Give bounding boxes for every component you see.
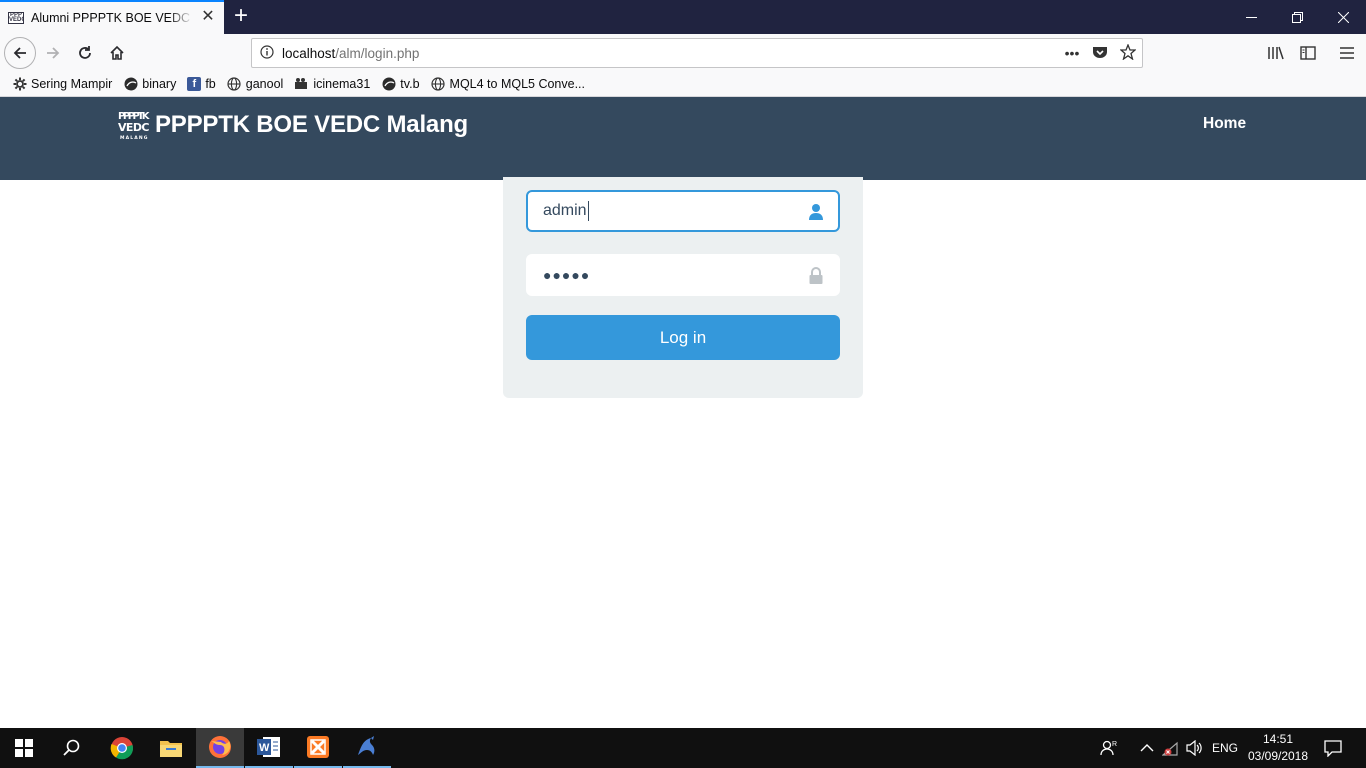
clock-time: 14:51	[1262, 732, 1294, 746]
gear-icon	[12, 77, 27, 92]
system-clock[interactable]: 14:51 03/09/2018	[1247, 731, 1309, 765]
login-form: admin ●●●●● Log in	[503, 177, 863, 398]
dolphin-icon	[358, 736, 375, 755]
library-button[interactable]	[1261, 38, 1291, 68]
speaker-icon	[1186, 740, 1202, 756]
people-icon: R	[1100, 740, 1117, 756]
login-button[interactable]: Log in	[526, 315, 840, 360]
close-window-button[interactable]	[1320, 0, 1366, 34]
bookmark-icinema31[interactable]: icinema31	[294, 77, 370, 92]
home-button[interactable]	[102, 38, 132, 68]
xampp-icon	[307, 736, 329, 758]
site-favicon-icon: PPPVEDC	[8, 12, 24, 24]
firefox-icon	[209, 736, 231, 758]
action-center-button[interactable]	[1324, 728, 1342, 768]
new-tab-button[interactable]: +	[229, 3, 253, 29]
close-tab-icon[interactable]: ✕	[200, 9, 216, 25]
menu-button[interactable]	[1332, 38, 1362, 68]
bookmark-ganool[interactable]: ganool	[227, 77, 283, 92]
reload-button[interactable]	[70, 38, 100, 68]
bookmark-binary[interactable]: binary	[123, 77, 176, 92]
username-value: admin	[543, 202, 587, 219]
brand[interactable]: PPPPTK VEDC MALANG PPPPTK BOE VEDC Malan…	[118, 109, 468, 141]
start-button[interactable]	[0, 728, 48, 768]
text-caret	[587, 201, 589, 221]
close-icon	[1337, 11, 1349, 23]
url-bar[interactable]: localhost/alm/login.php •••	[251, 38, 1143, 68]
taskbar-xampp[interactable]	[294, 728, 342, 768]
globe-icon	[227, 77, 242, 92]
taskbar-mysql[interactable]	[343, 728, 391, 768]
web-page: PPPPTK VEDC MALANG PPPPTK BOE VEDC Malan…	[0, 97, 1366, 728]
bookmark-star-icon[interactable]	[1114, 42, 1142, 63]
user-icon	[808, 203, 824, 221]
word-icon: W	[257, 737, 280, 757]
nav-home-link[interactable]: Home	[1203, 115, 1246, 133]
sidebar-icon	[1300, 46, 1316, 60]
library-icon	[1268, 46, 1284, 60]
taskbar-file-explorer[interactable]	[147, 728, 195, 768]
search-button[interactable]	[48, 728, 96, 768]
facebook-icon: f	[187, 77, 202, 91]
hamburger-menu-icon	[1340, 47, 1354, 59]
browser-toolbar: localhost/alm/login.php •••	[0, 34, 1366, 72]
back-button[interactable]	[4, 37, 36, 69]
url-text[interactable]: localhost/alm/login.php	[282, 46, 419, 61]
chrome-icon	[110, 737, 134, 760]
volume-button[interactable]	[1186, 728, 1204, 768]
clock-date: 03/09/2018	[1247, 749, 1309, 763]
globe-swirl-icon	[123, 77, 138, 92]
sidebar-button[interactable]	[1293, 38, 1323, 68]
forward-button[interactable]	[38, 38, 68, 68]
folder-icon	[160, 741, 182, 757]
lock-icon	[808, 267, 824, 285]
chevron-up-icon	[1140, 744, 1154, 752]
restore-window-button[interactable]	[1274, 0, 1320, 34]
tab-title: Alumni PPPPTK BOE VEDC Malang	[31, 11, 193, 25]
arrow-left-icon	[13, 47, 26, 59]
bookmarks-toolbar: Sering Mampir binary f fb ganool icinema…	[0, 72, 1366, 97]
bookmark-tvb[interactable]: tv.b	[381, 77, 420, 92]
browser-tab-bar: PPPVEDC Alumni PPPPTK BOE VEDC Malang ✕ …	[0, 0, 1366, 34]
show-hidden-icons-button[interactable]	[1140, 728, 1154, 768]
arrow-right-icon	[47, 47, 60, 59]
film-icon	[294, 77, 309, 92]
password-value: ●●●●●	[543, 267, 591, 283]
password-input[interactable]: ●●●●●	[526, 254, 840, 296]
search-icon	[63, 739, 80, 756]
site-logo: PPPPTK VEDC MALANG	[118, 109, 151, 141]
windows-logo-icon	[15, 739, 33, 757]
minimize-icon	[1245, 16, 1257, 18]
page-actions-icon[interactable]: •••	[1058, 45, 1086, 61]
svg-text:VEDC: VEDC	[118, 121, 149, 134]
reload-icon	[79, 46, 91, 59]
home-icon	[110, 45, 124, 60]
taskbar-chrome[interactable]	[98, 728, 146, 768]
people-button[interactable]: R	[1100, 728, 1118, 768]
input-language[interactable]: ENG	[1212, 728, 1238, 768]
browser-tab-active[interactable]: PPPVEDC Alumni PPPPTK BOE VEDC Malang ✕	[0, 0, 224, 34]
globe-swirl-icon	[381, 77, 396, 92]
taskbar-firefox[interactable]	[196, 728, 244, 768]
svg-text:W: W	[259, 742, 270, 754]
username-input[interactable]: admin	[526, 190, 840, 232]
minimize-window-button[interactable]	[1228, 0, 1274, 34]
network-status[interactable]	[1162, 728, 1180, 768]
restore-icon	[1291, 11, 1303, 23]
bookmark-mql4-to-mql5[interactable]: MQL4 to MQL5 Conve...	[431, 77, 585, 92]
bookmark-fb[interactable]: f fb	[187, 77, 216, 91]
pocket-icon[interactable]	[1086, 45, 1114, 62]
svg-text:R: R	[1112, 741, 1117, 748]
info-icon[interactable]	[252, 44, 282, 62]
notification-icon	[1324, 740, 1342, 757]
site-title: PPPPTK BOE VEDC Malang	[155, 111, 468, 138]
bookmark-sering-mampir[interactable]: Sering Mampir	[12, 77, 112, 92]
network-disconnected-icon	[1162, 741, 1178, 756]
windows-taskbar: W R ENG 14:51 03/09/2018	[0, 728, 1366, 768]
svg-text:MALANG: MALANG	[120, 135, 148, 141]
site-header: PPPPTK VEDC MALANG PPPPTK BOE VEDC Malan…	[0, 97, 1366, 180]
taskbar-word[interactable]: W	[245, 728, 293, 768]
globe-icon	[431, 77, 446, 92]
